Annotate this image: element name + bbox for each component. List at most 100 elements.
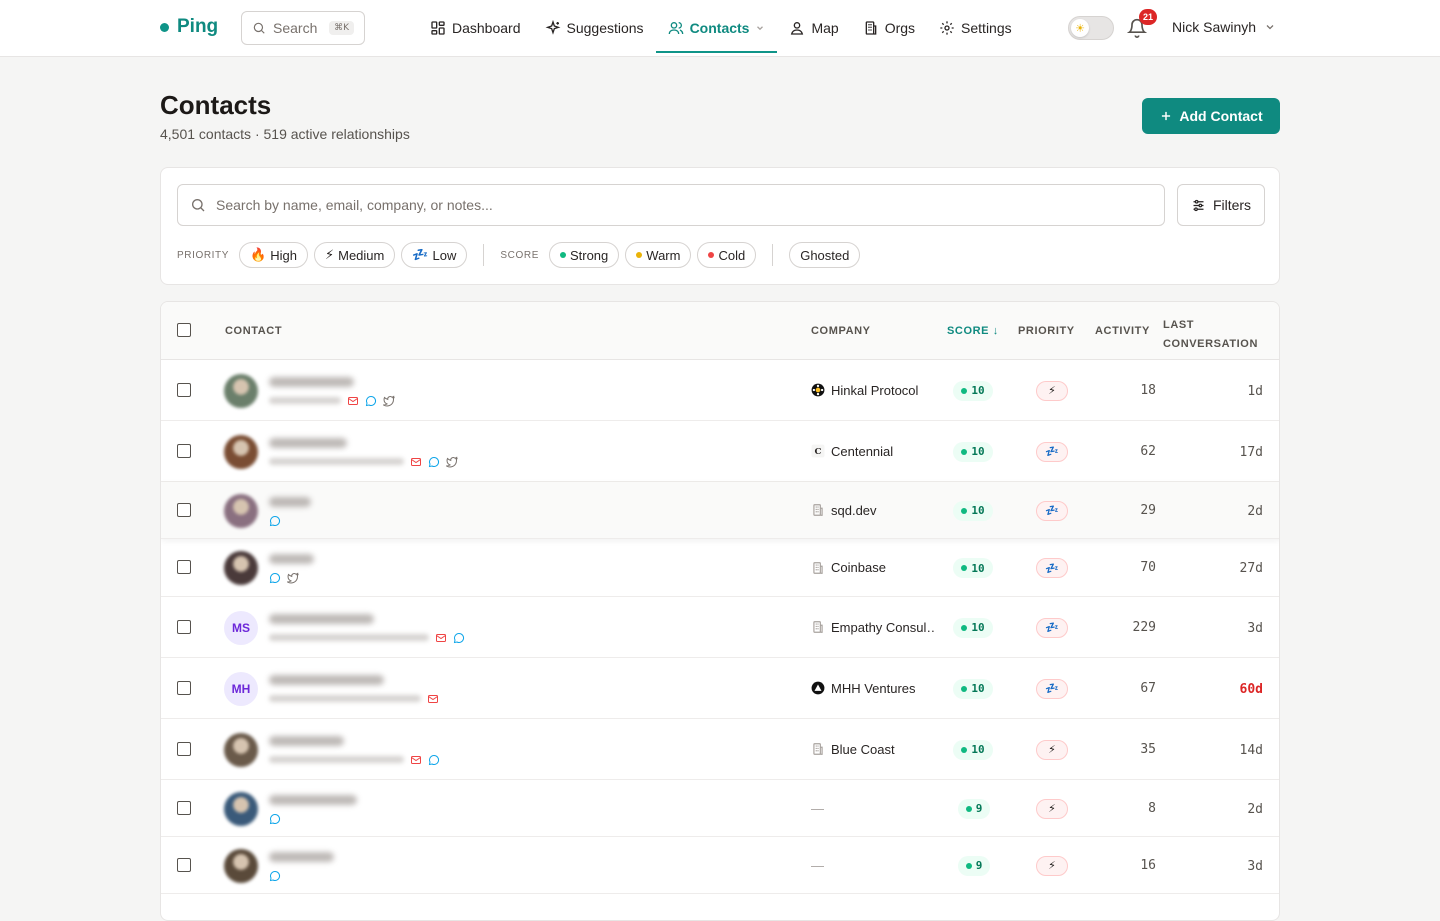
company-cell[interactable]: Coinbase [811, 560, 936, 575]
priority-badge[interactable]: ⚡ [1036, 380, 1068, 401]
row-checkbox[interactable] [177, 857, 191, 872]
twitter-icon[interactable] [287, 572, 299, 584]
avatar[interactable] [224, 493, 258, 528]
table-row[interactable]: sqd.dev 10 💤 29 2d [161, 482, 1279, 539]
row-checkbox[interactable] [177, 502, 191, 517]
global-search[interactable]: Search ⌘K [241, 11, 365, 45]
priority-badge[interactable]: 💤 [1036, 617, 1068, 638]
mail-icon[interactable] [410, 754, 422, 766]
chat-icon[interactable] [428, 754, 440, 766]
select-all-checkbox[interactable] [177, 323, 191, 337]
company-cell[interactable]: C Centennial [811, 444, 936, 459]
chat-icon[interactable] [269, 515, 281, 527]
nav-suggestions[interactable]: Suggestions [533, 0, 656, 56]
priority-badge[interactable]: 💤 [1036, 441, 1068, 462]
company-cell[interactable]: — [811, 801, 936, 816]
table-row[interactable]: — 9 ⚡ 16 3d [161, 837, 1279, 894]
avatar[interactable]: MH [224, 671, 258, 706]
avatar[interactable]: MS [224, 610, 258, 645]
contact-name-redacted[interactable] [269, 613, 374, 624]
chip-score-warm[interactable]: Warm [625, 242, 692, 268]
table-row[interactable]: Coinbase 10 💤 70 27d [161, 539, 1279, 597]
chip-score-strong[interactable]: Strong [548, 242, 620, 268]
contact-name-redacted[interactable] [269, 851, 334, 862]
contact-name-redacted[interactable] [269, 496, 311, 507]
table-row[interactable]: Hinkal Protocol 10 ⚡ 18 1d [161, 360, 1279, 421]
avatar[interactable] [224, 551, 258, 585]
avatar[interactable] [224, 791, 258, 826]
priority-badge[interactable]: 💤 [1036, 678, 1068, 699]
company-cell[interactable]: Hinkal Protocol [811, 383, 936, 398]
contact-search[interactable] [177, 184, 1165, 226]
contact-name-redacted[interactable] [269, 437, 347, 448]
chat-icon[interactable] [269, 572, 281, 584]
add-contact-button[interactable]: Add Contact [1142, 98, 1280, 134]
table-row[interactable]: Blue Coast 10 ⚡ 35 14d [161, 719, 1279, 780]
column-priority[interactable]: PRIORITY [1018, 325, 1075, 337]
contact-search-input[interactable] [216, 197, 1152, 213]
avatar[interactable] [224, 732, 258, 767]
twitter-icon[interactable] [383, 395, 395, 407]
company-cell[interactable]: — [811, 858, 936, 873]
row-checkbox[interactable] [177, 800, 191, 815]
chat-icon[interactable] [269, 813, 281, 825]
table-row[interactable]: MS Empathy Consul… 10 💤 229 3d [161, 597, 1279, 658]
company-cell[interactable]: sqd.dev [811, 503, 936, 518]
mail-icon[interactable] [435, 632, 447, 644]
column-company[interactable]: COMPANY [811, 325, 871, 337]
avatar[interactable] [224, 434, 258, 469]
mail-icon[interactable] [410, 456, 422, 468]
company-cell[interactable]: MHH Ventures [811, 681, 936, 696]
avatar[interactable] [224, 373, 258, 408]
column-score[interactable]: SCORE ↓ [947, 325, 999, 337]
contact-name-redacted[interactable] [269, 376, 354, 387]
chip-priority-low[interactable]: 💤 Low [401, 242, 468, 268]
nav-dashboard[interactable]: Dashboard [418, 0, 533, 56]
table-row[interactable]: MH MHH Ventures 10 💤 67 60d [161, 658, 1279, 719]
row-checkbox[interactable] [177, 619, 191, 634]
twitter-icon[interactable] [446, 456, 458, 468]
column-contact[interactable]: CONTACT [225, 325, 282, 337]
contact-name-redacted[interactable] [269, 554, 314, 564]
chat-icon[interactable] [365, 395, 377, 407]
row-checkbox[interactable] [177, 382, 191, 397]
priority-badge[interactable]: ⚡ [1036, 855, 1068, 876]
column-last-conversation[interactable]: LAST CONVERSATION [1163, 316, 1258, 354]
column-label: LAST [1163, 319, 1195, 331]
table-row[interactable]: — 9 ⚡ 8 2d [161, 780, 1279, 837]
contact-name-redacted[interactable] [269, 794, 357, 805]
chip-priority-medium[interactable]: ⚡ Medium [313, 242, 396, 268]
centennial-logo-icon: C [811, 444, 825, 458]
column-activity[interactable]: ACTIVITY [1095, 325, 1150, 337]
row-checkbox[interactable] [177, 443, 191, 458]
chip-priority-high[interactable]: 🔥 High [239, 242, 308, 268]
chat-icon[interactable] [453, 632, 465, 644]
nav-settings[interactable]: Settings [927, 0, 1024, 56]
contact-name-redacted[interactable] [269, 735, 344, 746]
brand-logo[interactable]: Ping [160, 16, 218, 38]
nav-orgs[interactable]: Orgs [851, 0, 927, 56]
table-row[interactable]: C Centennial 10 💤 62 17d [161, 421, 1279, 482]
nav-map[interactable]: Map [777, 0, 850, 56]
user-menu[interactable]: Nick Sawinyh [1172, 19, 1276, 35]
avatar[interactable] [224, 848, 258, 883]
contact-name-redacted[interactable] [269, 674, 384, 685]
chat-icon[interactable] [269, 870, 281, 882]
filters-button[interactable]: Filters [1177, 184, 1265, 226]
company-cell[interactable]: Empathy Consul… [811, 620, 936, 635]
chat-icon[interactable] [428, 456, 440, 468]
priority-badge[interactable]: 💤 [1036, 558, 1068, 578]
row-checkbox[interactable] [177, 560, 191, 574]
chip-ghosted[interactable]: Ghosted [789, 242, 861, 268]
theme-toggle[interactable]: ☀ [1068, 16, 1114, 40]
chip-score-cold[interactable]: Cold [697, 242, 757, 268]
priority-badge[interactable]: ⚡ [1036, 798, 1068, 819]
row-checkbox[interactable] [177, 741, 191, 756]
company-cell[interactable]: Blue Coast [811, 742, 936, 757]
mail-icon[interactable] [347, 395, 359, 407]
priority-badge[interactable]: 💤 [1036, 500, 1068, 521]
nav-contacts[interactable]: Contacts [655, 0, 778, 56]
row-checkbox[interactable] [177, 680, 191, 695]
mail-icon[interactable] [427, 693, 439, 705]
priority-badge[interactable]: ⚡ [1036, 739, 1068, 760]
